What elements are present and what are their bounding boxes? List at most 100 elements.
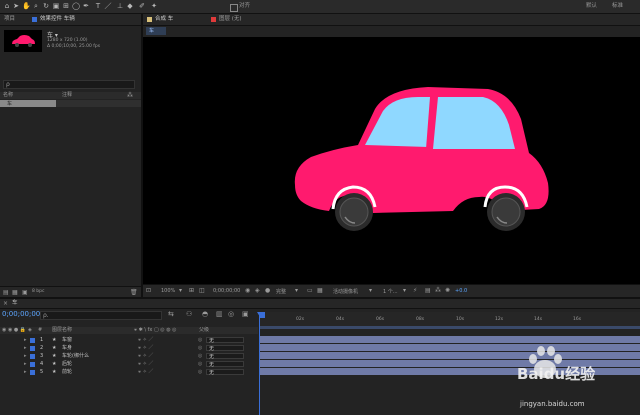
frame-blending-icon[interactable]: ▥	[216, 310, 223, 318]
type-tool-icon[interactable]: T	[94, 2, 102, 10]
playhead[interactable]	[259, 317, 260, 415]
parent-select[interactable]: 无	[206, 361, 244, 368]
col-name[interactable]: 名称	[3, 92, 13, 99]
show-snapshot-icon[interactable]: ◈	[255, 287, 260, 294]
pick-whip-icon[interactable]: ◎	[198, 344, 202, 352]
roto-brush-icon[interactable]: ✐	[138, 2, 146, 10]
region-of-interest-icon[interactable]: ▭	[307, 287, 313, 294]
pan-behind-tool-icon[interactable]: ⊞	[62, 2, 70, 10]
expand-arrow-icon[interactable]: ▸	[24, 352, 27, 360]
table-row[interactable]: ▸ 3 ★ 车轮(绑什么 ⚹ ✧ ／ ◎ 无	[0, 352, 258, 360]
layer-color-swatch[interactable]	[30, 346, 35, 351]
delete-icon[interactable]: 🗑	[130, 289, 138, 296]
table-row[interactable]: ▸ 5 ★ 前轮 ⚹ ✧ ／ ◎ 无	[0, 368, 258, 376]
grid-icon[interactable]: ⊞	[189, 287, 194, 294]
tab-composition[interactable]: 合成 车	[155, 15, 173, 24]
selection-tool-icon[interactable]: ➤	[12, 2, 20, 10]
playhead-handle[interactable]	[257, 312, 263, 317]
eraser-tool-icon[interactable]: ◆	[126, 2, 134, 10]
new-folder-icon[interactable]: ▦	[12, 289, 18, 296]
graph-editor-icon[interactable]: ▣	[242, 310, 249, 318]
layer-switches-icons[interactable]: ⚹ ✧ ／	[138, 360, 153, 368]
views-dropdown-icon[interactable]: ▾	[403, 287, 406, 294]
workspace-default[interactable]: 默认	[586, 2, 597, 11]
tab-timeline-comp[interactable]: 车	[12, 299, 18, 308]
resolution-select[interactable]: 完整	[276, 288, 286, 295]
new-comp-icon[interactable]: ▣	[22, 289, 28, 296]
layer-name[interactable]: 车窗	[62, 336, 72, 344]
timeline-timecode[interactable]: 0;00;00;00	[2, 310, 40, 318]
motion-blur-icon[interactable]: ◎	[228, 310, 234, 318]
color-channel-icon[interactable]: ●	[265, 287, 270, 294]
hand-tool-icon[interactable]: ✋	[22, 2, 31, 10]
layer-color-swatch[interactable]	[30, 370, 35, 375]
bpc-label[interactable]: 8 bpc	[32, 289, 44, 294]
tab-layer[interactable]: 图层 (无)	[219, 15, 242, 24]
reset-exposure-icon[interactable]: ✺	[445, 287, 450, 294]
expand-arrow-icon[interactable]: ▸	[24, 360, 27, 368]
comp-mini-flowchart-icon[interactable]: ⇆	[168, 310, 174, 318]
layer-name[interactable]: 后轮	[62, 360, 72, 368]
pen-tool-icon[interactable]: ✒	[82, 2, 90, 10]
resolution-dropdown-icon[interactable]: ▾	[295, 287, 298, 294]
mask-visibility-icon[interactable]: ◫	[199, 287, 205, 294]
layer-switches-icons[interactable]: ⚹ ✧ ／	[138, 344, 153, 352]
parent-select[interactable]: 无	[206, 369, 244, 376]
draft-3d-icon[interactable]: ⚇	[186, 310, 192, 318]
parent-select[interactable]: 无	[206, 337, 244, 344]
pick-whip-icon[interactable]: ◎	[198, 352, 202, 360]
timeline-toggle-icon[interactable]: ▤	[425, 287, 431, 294]
layer-switches-icons[interactable]: ⚹ ✧ ／	[138, 352, 153, 360]
pick-whip-icon[interactable]: ◎	[198, 336, 202, 344]
flowchart-icon[interactable]: ⁂	[435, 287, 441, 294]
layer-color-swatch[interactable]	[30, 362, 35, 367]
workspace-standard[interactable]: 标准	[612, 2, 623, 11]
parent-select[interactable]: 无	[206, 353, 244, 360]
camera-tool-icon[interactable]: ▣	[52, 2, 60, 10]
viewer-timecode[interactable]: 0;00;00;00	[213, 288, 240, 294]
brush-tool-icon[interactable]: ／	[104, 2, 112, 10]
parent-select[interactable]: 无	[206, 345, 244, 352]
col-layer-name[interactable]: 图层名称	[52, 327, 72, 334]
expand-arrow-icon[interactable]: ▸	[24, 344, 27, 352]
camera-dropdown-icon[interactable]: ▾	[369, 287, 372, 294]
expand-arrow-icon[interactable]: ▸	[24, 336, 27, 344]
list-item[interactable]: 车	[0, 100, 56, 107]
col-parent[interactable]: 父级	[199, 327, 209, 334]
pick-whip-icon[interactable]: ◎	[198, 360, 202, 368]
layer-name[interactable]: 车轮(绑什么	[62, 352, 89, 360]
clone-stamp-icon[interactable]: ⊥	[116, 2, 124, 10]
close-tab-icon[interactable]: ×	[3, 300, 8, 307]
table-row[interactable]: ▸ 2 ★ 车身 ⚹ ✧ ／ ◎ 无	[0, 344, 258, 352]
shy-layers-icon[interactable]: ◓	[202, 310, 208, 318]
time-ruler[interactable]: 02s 04s 06s 08s 10s 12s 14s 16s	[259, 312, 640, 326]
tab-project[interactable]: 项目	[4, 15, 15, 24]
views-select[interactable]: 1 个...	[383, 288, 398, 295]
align-checkbox[interactable]	[230, 4, 238, 12]
interpret-footage-icon[interactable]: ▤	[3, 289, 9, 296]
project-search-input[interactable]: ρ	[3, 80, 135, 89]
table-row[interactable]: ▸ 1 ★ 车窗 ⚹ ✧ ／ ◎ 无	[0, 336, 258, 344]
transparency-grid-icon[interactable]: ▦	[317, 287, 323, 294]
zoom-tool-icon[interactable]: ⌕	[32, 2, 40, 10]
expand-arrow-icon[interactable]: ▸	[24, 368, 27, 376]
table-row[interactable]: ▸ 4 ★ 后轮 ⚹ ✧ ／ ◎ 无	[0, 360, 258, 368]
work-area-bar[interactable]	[259, 326, 640, 329]
tab-effect-controls[interactable]: 效果控件 车辆	[40, 15, 75, 24]
layer-switches-icons[interactable]: ⚹ ✧ ／	[138, 368, 153, 376]
zoom-select[interactable]: 100%	[161, 288, 175, 294]
camera-select[interactable]: 活动摄像机	[333, 288, 358, 295]
always-preview-icon[interactable]: ⊡	[146, 287, 151, 294]
layer-color-swatch[interactable]	[30, 338, 35, 343]
layer-color-swatch[interactable]	[30, 354, 35, 359]
layer-track-bar[interactable]	[259, 336, 640, 343]
rotate-tool-icon[interactable]: ↻	[42, 2, 50, 10]
puppet-pin-icon[interactable]: ✦	[150, 2, 158, 10]
snapshot-icon[interactable]: ◉	[245, 287, 250, 294]
exposure-value[interactable]: +0.0	[455, 288, 467, 294]
comp-breadcrumb[interactable]: 车	[146, 27, 166, 35]
home-icon[interactable]: ⌂	[3, 2, 11, 10]
comp-viewer[interactable]	[143, 37, 640, 284]
timeline-search-input[interactable]: ρ.	[40, 311, 162, 320]
list-options-icon[interactable]: ⁂	[127, 92, 133, 99]
